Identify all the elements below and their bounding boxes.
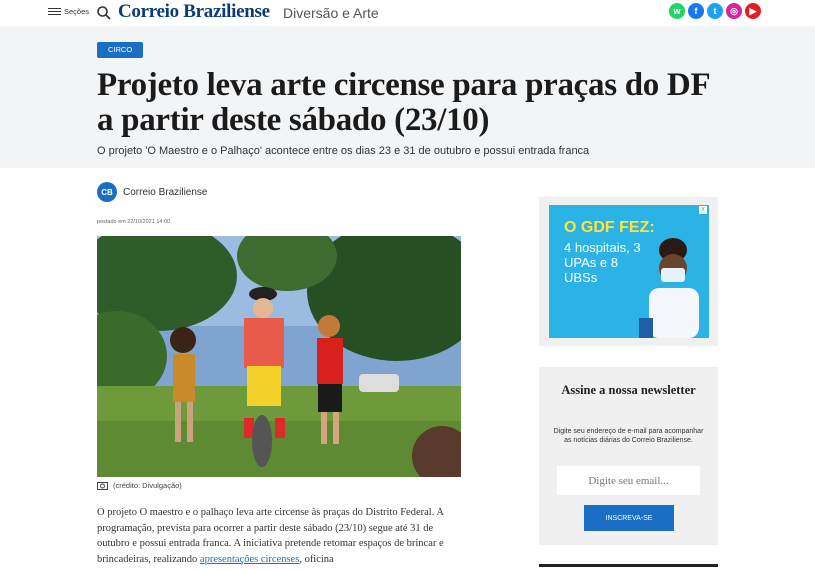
article-header: CIRCO Projeto leva arte circense para pr…: [0, 26, 815, 168]
photo-credit: (crédito: Divulgação): [97, 481, 182, 490]
body-text-part: , oficina: [299, 553, 334, 565]
posted-date: postado em 22/10/2021 14:00: [97, 219, 171, 225]
subscribe-button[interactable]: INSCREVA-SE: [584, 505, 674, 531]
sections-menu-label: Seções: [64, 7, 90, 16]
article-subhead: O projeto 'O Maestro e o Palhaço' aconte…: [97, 145, 590, 157]
social-links: w f t ◎ ▶: [669, 3, 761, 19]
photo-clown-and-children: [97, 236, 461, 477]
newsletter-email-input[interactable]: [557, 466, 700, 495]
author-byline[interactable]: CB Correio Braziliense: [97, 182, 207, 202]
facebook-icon[interactable]: f: [688, 3, 704, 19]
newsletter-title: Assine a nossa newsletter: [561, 383, 696, 397]
whatsapp-icon[interactable]: w: [669, 3, 685, 19]
instagram-icon[interactable]: ◎: [726, 3, 742, 19]
photo-credit-text: (crédito: Divulgação): [113, 481, 182, 490]
author-name: Correio Braziliense: [123, 186, 208, 198]
youtube-icon[interactable]: ▶: [745, 3, 761, 19]
article-headline: Projeto leva arte circense para praças d…: [97, 67, 710, 138]
sidebar-divider: [539, 564, 718, 567]
ad-nurse-illustration: [639, 238, 699, 338]
camera-icon: [97, 482, 108, 490]
author-avatar: CB: [97, 182, 117, 202]
section-name[interactable]: Diversão e Arte: [283, 5, 379, 21]
newsletter-description: Digite seu endereço de e-mail para acomp…: [553, 428, 704, 444]
sections-menu-button[interactable]: Seções: [48, 7, 89, 16]
ad-body: 4 hospitais, 3 UPAs e 8 UBSs: [564, 240, 641, 285]
category-tag[interactable]: CIRCO: [97, 42, 144, 58]
article-photo: [97, 236, 461, 477]
circus-performances-link[interactable]: apresentações circenses: [200, 554, 299, 565]
ad-title: O GDF FEZ:: [564, 219, 655, 236]
newsletter-box: Assine a nossa newsletter Digite seu end…: [539, 367, 718, 545]
top-bar: Seções Correio Braziliense Diversão e Ar…: [0, 0, 815, 26]
twitter-icon[interactable]: t: [707, 3, 723, 19]
ad-close-icon[interactable]: x: [699, 206, 707, 214]
site-logo[interactable]: Correio Braziliense: [118, 1, 270, 23]
search-icon[interactable]: [96, 5, 112, 21]
article-body: O projeto O maestro e o palhaço leva art…: [97, 505, 462, 567]
hamburger-icon: [48, 7, 61, 16]
advertisement-banner[interactable]: x O GDF FEZ: 4 hospitais, 3 UPAs e 8 UBS…: [549, 205, 709, 338]
